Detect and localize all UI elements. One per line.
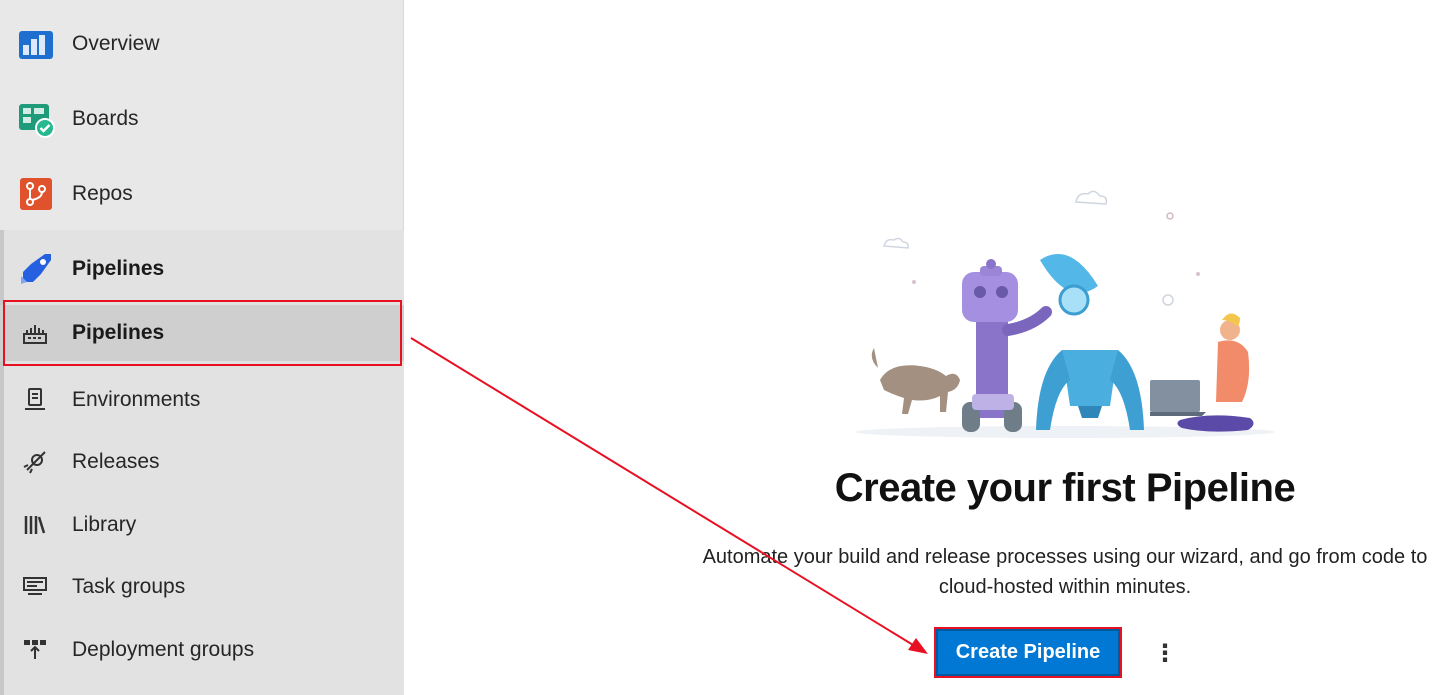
sidebar-subitem-library[interactable]: Library: [0, 497, 404, 553]
page-description: Automate your build and release processe…: [702, 546, 1428, 598]
releases-icon: [23, 451, 46, 474]
pipelines-icon: [21, 254, 51, 284]
sidebar-subitem-environments[interactable]: Environments: [0, 372, 404, 428]
environments-icon: [25, 388, 45, 410]
create-pipeline-button[interactable]: Create Pipeline: [934, 627, 1122, 678]
sidebar-item-label: Pipelines: [72, 321, 165, 344]
sidebar-subitem-deployment-groups[interactable]: Deployment groups: [0, 622, 404, 678]
sidebar-item-label: Task groups: [72, 575, 186, 598]
boards-icon: [19, 104, 55, 138]
sidebar: Overview Boards Repos Pipelines Pipeline…: [0, 0, 404, 695]
sidebar-item-label: Repos: [72, 182, 133, 205]
overview-icon: [19, 31, 53, 59]
sidebar-item-label: Releases: [72, 450, 160, 473]
sidebar-item-boards[interactable]: Boards: [0, 89, 404, 149]
sidebar-item-label: Pipelines: [72, 257, 165, 280]
sidebar-subitem-releases[interactable]: Releases: [0, 434, 404, 490]
sidebar-item-label: Overview: [72, 32, 160, 55]
sidebar-item-label: Boards: [72, 107, 139, 130]
sidebar-item-repos[interactable]: Repos: [0, 164, 404, 224]
deployment-groups-icon: [24, 640, 46, 659]
sidebar-subitem-pipelines[interactable]: Pipelines: [0, 305, 404, 361]
pipeline-illustration: [855, 190, 1275, 438]
sidebar-item-label: Deployment groups: [72, 638, 255, 661]
sidebar-item-pipelines[interactable]: Pipelines: [0, 239, 404, 299]
repos-icon: [20, 178, 52, 210]
library-icon: [24, 516, 46, 534]
more-options-icon[interactable]: ⋮: [1152, 638, 1178, 668]
pipelines-sub-icon: [23, 325, 47, 344]
sidebar-item-overview[interactable]: Overview: [0, 14, 404, 74]
task-groups-icon: [23, 577, 47, 595]
page-title: Create your first Pipeline: [834, 466, 1296, 510]
sidebar-item-label: Library: [72, 513, 137, 536]
sidebar-subitem-task-groups[interactable]: Task groups: [0, 559, 404, 615]
sidebar-item-label: Environments: [72, 388, 201, 411]
